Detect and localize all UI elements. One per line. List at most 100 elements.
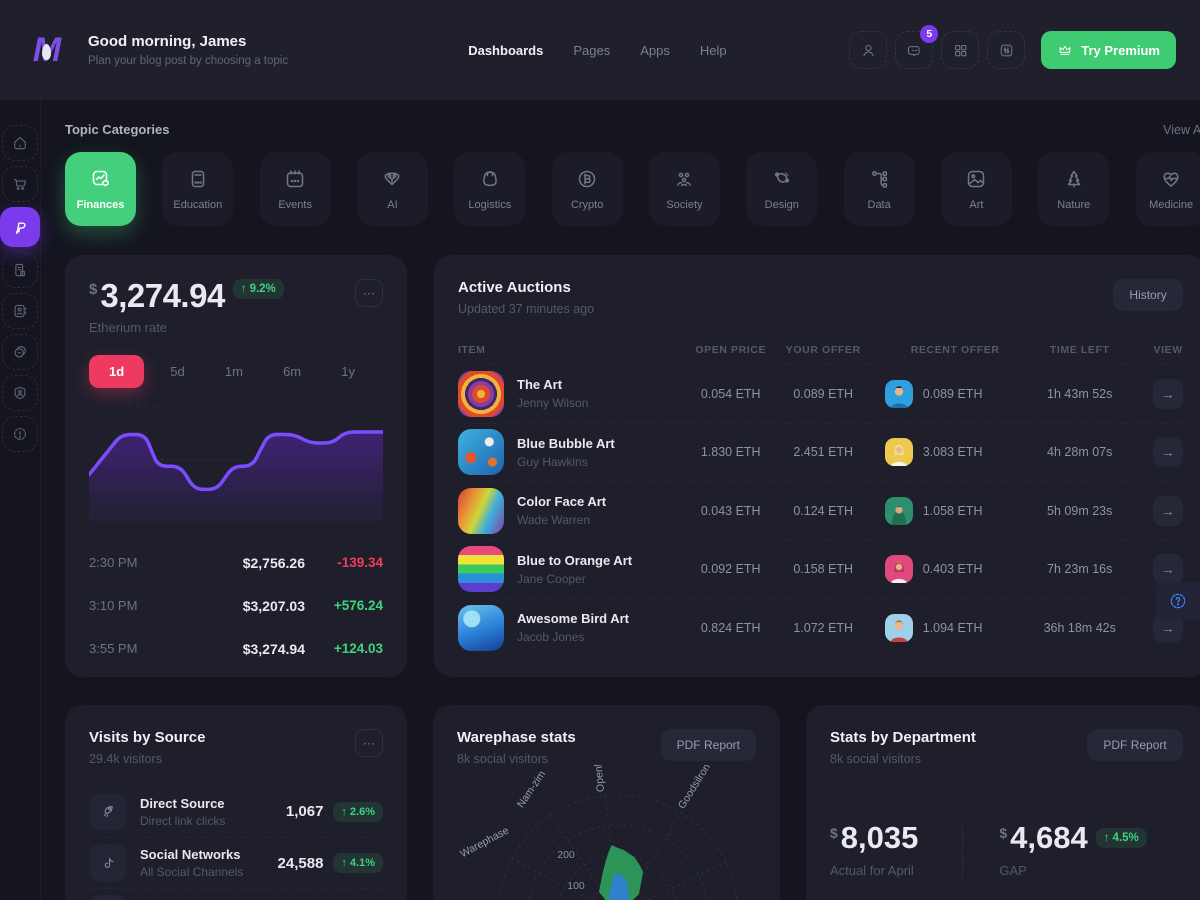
etherium-rate-card: $ 3,274.94 ↑9.2% ⋯ Etherium rate 1d 5d 1… bbox=[65, 255, 407, 677]
bidder-avatar bbox=[885, 555, 913, 583]
topic-events[interactable]: Events bbox=[260, 152, 331, 226]
open-price: 1.830 ETH bbox=[686, 445, 776, 459]
topic-art[interactable]: Art bbox=[941, 152, 1012, 226]
view-auction-button[interactable]: → bbox=[1153, 379, 1183, 409]
sidebar-item-shop[interactable] bbox=[2, 166, 38, 202]
contacts-icon bbox=[11, 302, 29, 320]
visit-source-row: Direct SourceDirect link clicks 1,067 ↑2… bbox=[89, 786, 383, 837]
picture-icon bbox=[964, 167, 988, 191]
topic-logistics[interactable]: Logistics bbox=[454, 152, 525, 226]
topic-design[interactable]: Design bbox=[746, 152, 817, 226]
etherium-line-chart bbox=[89, 404, 383, 526]
rate-history-row: 2:30 PM $2,756.26 -139.34 bbox=[89, 541, 383, 584]
range-6m[interactable]: 6m bbox=[269, 355, 315, 388]
recent-offer: 0.089 ETH bbox=[923, 387, 983, 401]
coins-icon bbox=[11, 343, 29, 361]
nav-help[interactable]: Help bbox=[700, 43, 727, 58]
topic-data[interactable]: Data bbox=[844, 152, 915, 226]
view-all-link[interactable]: View All bbox=[1163, 123, 1200, 137]
currency-symbol: $ bbox=[89, 281, 97, 298]
stats-by-department-card: Stats by Department 8k social visitors P… bbox=[806, 705, 1200, 900]
range-1y[interactable]: 1y bbox=[327, 355, 369, 388]
profile-button[interactable] bbox=[849, 31, 887, 69]
help-floating-button[interactable] bbox=[1156, 582, 1200, 620]
messages-button[interactable]: 5 bbox=[895, 31, 933, 69]
range-1m[interactable]: 1m bbox=[211, 355, 257, 388]
bezier-icon bbox=[770, 167, 794, 191]
up-arrow-icon: ↑ bbox=[1104, 832, 1110, 844]
rate-history-list: 2:30 PM $2,756.26 -139.34 3:10 PM $3,207… bbox=[89, 541, 383, 670]
polar-label-openlane: Openlane bbox=[591, 765, 607, 792]
neural-net-icon bbox=[380, 167, 404, 191]
rate-change-badge: ↑9.2% bbox=[233, 279, 284, 299]
topics-title: Topic Categories bbox=[65, 122, 170, 137]
rate-history-row: 3:55 PM $3,274.94 +124.03 bbox=[89, 627, 383, 670]
visits-by-source-card: Visits by Source 29.4k visitors ⋯ Direct… bbox=[65, 705, 407, 900]
recent-offer: 1.058 ETH bbox=[923, 504, 983, 518]
sidebar-item-payments[interactable] bbox=[0, 207, 40, 247]
topic-crypto[interactable]: Crypto bbox=[552, 152, 623, 226]
sidebar-item-contacts[interactable] bbox=[2, 293, 38, 329]
people-icon bbox=[672, 167, 696, 191]
nav-dashboards[interactable]: Dashboards bbox=[468, 43, 543, 58]
visits-more-button[interactable]: ⋯ bbox=[355, 729, 383, 757]
calculator-icon bbox=[186, 167, 210, 191]
recent-offer: 1.094 ETH bbox=[923, 621, 983, 635]
topic-medicine[interactable]: Medicine bbox=[1136, 152, 1200, 226]
visits-title: Visits by Source bbox=[89, 729, 205, 746]
sidebar bbox=[0, 100, 41, 900]
etherium-rate-value: 3,274.94 bbox=[100, 279, 224, 312]
department-pdf-button[interactable]: PDF Report bbox=[1087, 729, 1182, 761]
polar-label-goodsilron: Goodsilron bbox=[676, 765, 713, 811]
app-header: M Good morning, James Plan your blog pos… bbox=[0, 0, 1200, 100]
visit-source-row: Social NetworksAll Social Channels 24,58… bbox=[89, 837, 383, 888]
flow-nodes-icon bbox=[867, 167, 891, 191]
view-auction-button[interactable]: → bbox=[1153, 496, 1183, 526]
bitcoin-icon bbox=[575, 167, 599, 191]
sidebar-item-security[interactable] bbox=[2, 375, 38, 411]
time-left: 36h 18m 42s bbox=[1021, 621, 1139, 635]
sidebar-item-home[interactable] bbox=[2, 125, 38, 161]
user-icon bbox=[860, 42, 877, 59]
heart-pulse-icon bbox=[1159, 167, 1183, 191]
nav-pages[interactable]: Pages bbox=[573, 43, 610, 58]
your-offer: 0.124 ETH bbox=[776, 504, 871, 518]
paypal-icon bbox=[11, 218, 30, 237]
stat-actual: $ 8,035 Actual for April bbox=[830, 822, 962, 878]
nav-apps[interactable]: Apps bbox=[640, 43, 670, 58]
sidebar-item-coins[interactable] bbox=[2, 334, 38, 370]
range-5d[interactable]: 5d bbox=[156, 355, 198, 388]
apps-grid-button[interactable] bbox=[941, 31, 979, 69]
warephase-pdf-button[interactable]: PDF Report bbox=[661, 729, 756, 761]
sidebar-item-reports[interactable] bbox=[2, 252, 38, 288]
auctions-title: Active Auctions bbox=[458, 279, 594, 296]
range-1d[interactable]: 1d bbox=[89, 355, 144, 388]
view-auction-button[interactable]: → bbox=[1153, 554, 1183, 584]
polar-tick-200: 200 bbox=[557, 849, 575, 861]
topic-finances[interactable]: Finances bbox=[65, 152, 136, 226]
settings-button[interactable] bbox=[987, 31, 1025, 69]
topic-society[interactable]: Society bbox=[649, 152, 720, 226]
topic-education[interactable]: Education bbox=[162, 152, 233, 226]
bag-icon bbox=[478, 167, 502, 191]
topic-nature[interactable]: Nature bbox=[1038, 152, 1109, 226]
greeting-subtitle: Plan your blog post by choosing a topic bbox=[88, 55, 288, 67]
up-arrow-icon: ↑ bbox=[241, 283, 247, 295]
auction-item-image bbox=[458, 488, 504, 534]
your-offer: 2.451 ETH bbox=[776, 445, 871, 459]
view-auction-button[interactable]: → bbox=[1153, 437, 1183, 467]
recent-offer: 3.083 ETH bbox=[923, 445, 983, 459]
time-left: 5h 09m 23s bbox=[1021, 504, 1139, 518]
try-premium-button[interactable]: Try Premium bbox=[1041, 31, 1176, 69]
home-icon bbox=[11, 134, 29, 152]
auctions-table: ITEM OPEN PRICE YOUR OFFER RECENT OFFER … bbox=[458, 336, 1183, 657]
etherium-more-button[interactable]: ⋯ bbox=[355, 279, 383, 307]
auction-item-image bbox=[458, 546, 504, 592]
topic-ai[interactable]: AI bbox=[357, 152, 428, 226]
sidebar-item-alerts[interactable] bbox=[2, 416, 38, 452]
arrow-right-icon: → bbox=[1161, 620, 1175, 636]
app-logo: M bbox=[24, 28, 68, 72]
history-button[interactable]: History bbox=[1113, 279, 1182, 311]
bidder-avatar bbox=[885, 497, 913, 525]
greeting-title: Good morning, James bbox=[88, 33, 288, 50]
